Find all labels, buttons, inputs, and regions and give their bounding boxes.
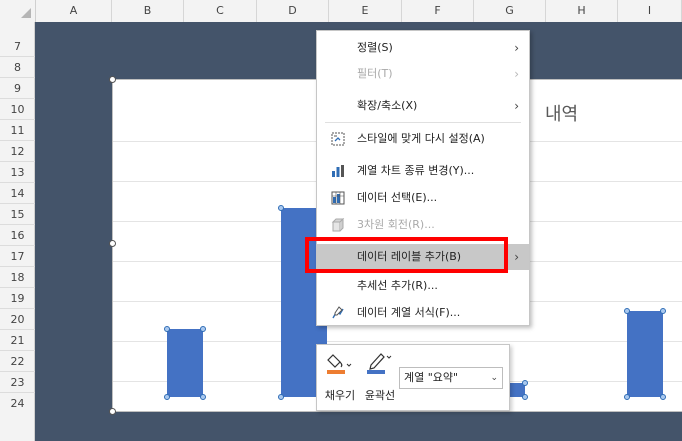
submenu-arrow-icon: › [514, 67, 519, 81]
row-header-8[interactable]: 8 [0, 57, 35, 78]
chart-bar[interactable] [167, 329, 203, 397]
bar-selection-point[interactable] [522, 394, 528, 400]
submenu-arrow-icon: › [514, 99, 519, 113]
pen-outline-icon [367, 353, 392, 374]
column-header-c[interactable]: C [184, 0, 257, 22]
menu-item-expand-collapse[interactable]: 확장/축소(X) › [317, 93, 529, 119]
row-header-20[interactable]: 20 [0, 309, 35, 330]
menu-item-label: 정렬(S) [357, 41, 393, 54]
row-header-15[interactable]: 15 [0, 204, 35, 225]
bar-selection-point[interactable] [200, 326, 206, 332]
chart-resize-handle[interactable] [109, 76, 116, 83]
submenu-arrow-icon: › [514, 41, 519, 55]
bar-selection-point[interactable] [200, 394, 206, 400]
column-header-e[interactable]: E [329, 0, 402, 22]
menu-separator [325, 122, 521, 123]
bar-selection-point[interactable] [278, 205, 284, 211]
row-header-17[interactable]: 17 [0, 246, 35, 267]
chart-element-select[interactable]: 계열 "요약" ⌄ [399, 367, 503, 389]
menu-item-label: 3차원 회전(R)... [357, 218, 435, 231]
chart-resize-handle[interactable] [109, 240, 116, 247]
row-header-9[interactable]: 9 [0, 78, 35, 99]
menu-item-label: 필터(T) [357, 67, 393, 80]
reset-style-icon [331, 132, 345, 146]
row-header-23[interactable]: 23 [0, 372, 35, 393]
row-header-18[interactable]: 18 [0, 267, 35, 288]
chart-resize-handle[interactable] [109, 408, 116, 415]
row-header-10[interactable]: 10 [0, 99, 35, 120]
row-header-16[interactable]: 16 [0, 225, 35, 246]
menu-item-label: 데이터 계열 서식(F)... [357, 306, 461, 319]
menu-item-select-data[interactable]: 데이터 선택(E)... [317, 185, 529, 211]
row-header-24-label: 24 [10, 397, 25, 410]
menu-item-reset-to-match-style[interactable]: 스타일에 맞게 다시 설정(A) [317, 126, 529, 152]
column-header-f[interactable]: F [402, 0, 474, 22]
row-header-14[interactable]: 14 [0, 183, 35, 204]
chart-bar[interactable] [627, 311, 663, 397]
select-all-triangle-icon [21, 8, 31, 18]
context-menu: 정렬(S) › 필터(T) › 확장/축소(X) › 스타일에 맞게 다시 설정… [316, 30, 530, 326]
select-data-icon [331, 191, 345, 205]
outline-button[interactable]: 윤곽선 [361, 349, 399, 407]
menu-item-label: 계열 차트 종류 변경(Y)... [357, 164, 475, 177]
3d-rotation-icon [331, 218, 345, 232]
menu-item-3d-rotation[interactable]: 3차원 회전(R)... [317, 212, 529, 238]
submenu-arrow-icon: › [514, 250, 519, 264]
fill-label: 채우기 [324, 389, 356, 402]
row-header-21[interactable]: 21 [0, 330, 35, 351]
menu-item-add-trendline[interactable]: 추세선 추가(R)... [317, 273, 529, 299]
bar-selection-point[interactable] [522, 380, 528, 386]
column-header-a[interactable]: A [36, 0, 112, 22]
bar-selection-point[interactable] [164, 394, 170, 400]
format-series-icon [332, 306, 344, 319]
outline-label: 윤곽선 [364, 389, 396, 402]
row-header-7[interactable]: 7 [0, 36, 35, 57]
chart-title[interactable]: 내역 [545, 100, 578, 126]
column-header-b[interactable]: B [112, 0, 184, 22]
fill-button[interactable]: 채우기 [321, 349, 359, 407]
column-header-i[interactable]: I [618, 0, 682, 22]
row-header-11[interactable]: 11 [0, 120, 35, 141]
row-header-22[interactable]: 22 [0, 351, 35, 372]
bar-selection-point[interactable] [164, 326, 170, 332]
menu-item-label: 스타일에 맞게 다시 설정(A) [357, 132, 485, 145]
menu-item-sort[interactable]: 정렬(S) › [317, 35, 529, 61]
row-header-13[interactable]: 13 [0, 162, 35, 183]
paint-bucket-icon [327, 354, 352, 374]
bar-selection-point[interactable] [624, 394, 630, 400]
bar-selection-point[interactable] [624, 308, 630, 314]
menu-item-change-series-chart-type[interactable]: 계열 차트 종류 변경(Y)... [317, 158, 529, 184]
row-header-24[interactable]: 24 [0, 393, 35, 441]
menu-item-format-data-series[interactable]: 데이터 계열 서식(F)... [317, 300, 529, 326]
format-mini-toolbar: 채우기 윤곽선 계열 "요약" ⌄ [316, 344, 510, 411]
chevron-down-icon: ⌄ [490, 373, 498, 383]
bar-selection-point[interactable] [660, 394, 666, 400]
change-chart-type-icon [332, 165, 344, 177]
column-header-d[interactable]: D [257, 0, 329, 22]
column-header-g[interactable]: G [474, 0, 546, 22]
select-all-corner[interactable] [0, 0, 36, 22]
bar-selection-point[interactable] [278, 394, 284, 400]
row-header-12[interactable]: 12 [0, 141, 35, 162]
column-header-h[interactable]: H [546, 0, 618, 22]
bar-selection-point[interactable] [660, 308, 666, 314]
menu-item-label: 확장/축소(X) [357, 99, 418, 112]
highlight-box [305, 237, 508, 273]
row-header-19[interactable]: 19 [0, 288, 35, 309]
menu-item-filter[interactable]: 필터(T) › [317, 61, 529, 87]
menu-item-label: 추세선 추가(R)... [357, 279, 438, 292]
chart-element-select-value: 계열 "요약" [404, 371, 459, 384]
menu-item-label: 데이터 선택(E)... [357, 191, 438, 204]
